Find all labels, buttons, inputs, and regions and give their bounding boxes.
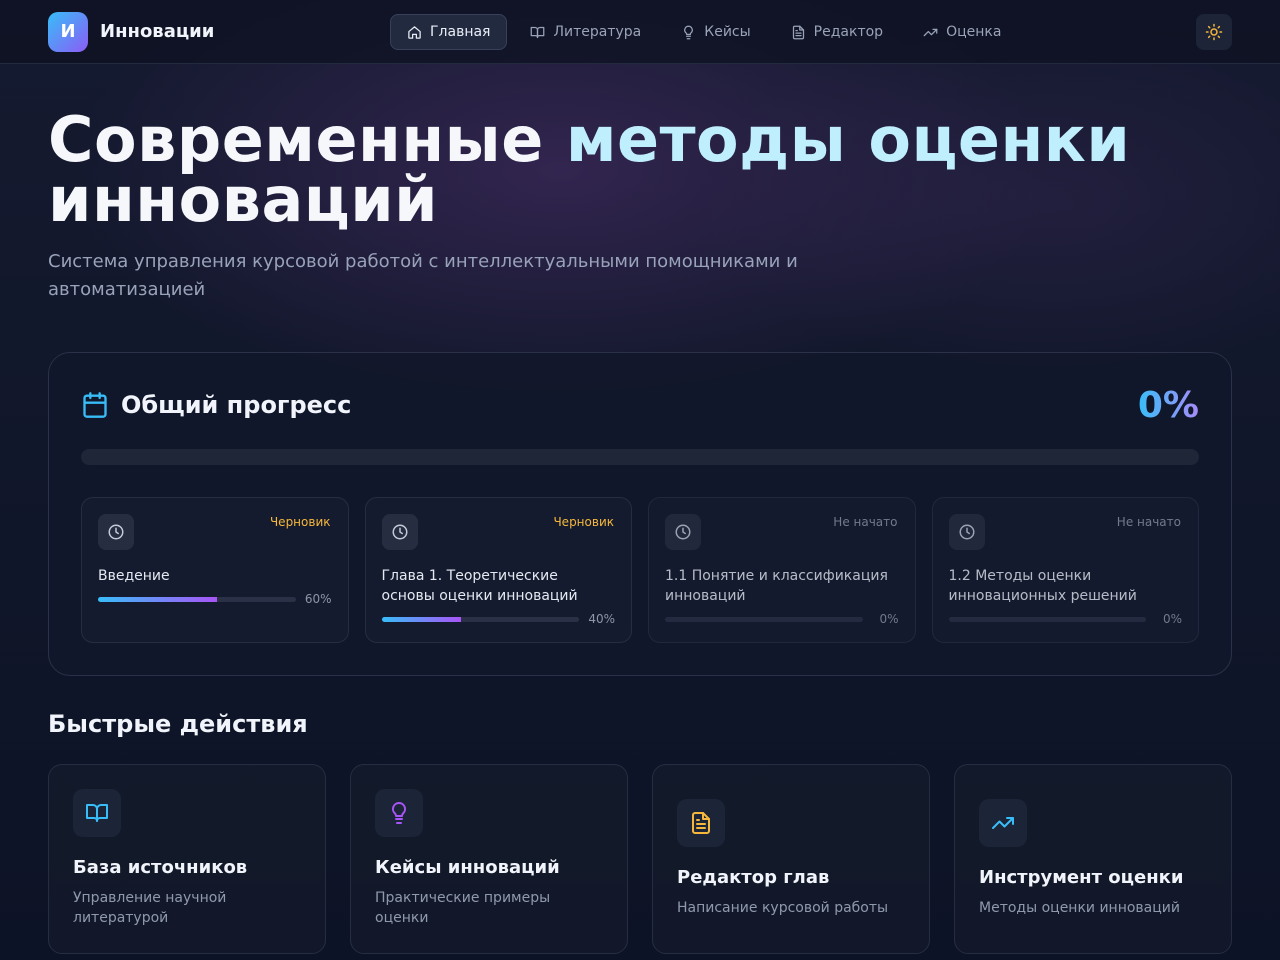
chapter-progress-fill bbox=[98, 596, 217, 602]
chapter-progress-bar bbox=[665, 616, 863, 622]
brand-name: Инновации bbox=[100, 21, 215, 42]
chapter-progress-value: 40% bbox=[588, 612, 615, 626]
top-navigation-bar: И Инновации Главная Литература Кейсы Ред… bbox=[0, 0, 1280, 64]
quick-action-name: Редактор глав bbox=[677, 867, 830, 888]
progress-percent: 0% bbox=[1137, 384, 1199, 426]
chapter-title: 1.2 Методы оценки инновационных решений bbox=[948, 568, 1137, 604]
quick-action-name: База источников bbox=[73, 857, 248, 878]
quick-actions-grid: База источников Управление научной литер… bbox=[48, 764, 1232, 954]
chapter-progress-fill bbox=[381, 616, 461, 622]
book-icon bbox=[73, 789, 121, 837]
calendar-icon bbox=[83, 392, 107, 418]
quick-action-evaluation[interactable]: Инструмент оценки Методы оценки инноваци… bbox=[954, 764, 1232, 954]
nav-item-editor[interactable]: Редактор bbox=[774, 14, 900, 50]
document-icon bbox=[677, 799, 725, 847]
sun-icon bbox=[1205, 23, 1223, 41]
nav-item-literature[interactable]: Литература bbox=[513, 14, 658, 50]
chapter-progress: 60% bbox=[98, 592, 332, 606]
chapter-progress-value: 0% bbox=[1162, 612, 1182, 626]
chapter-progress-value: 60% bbox=[304, 592, 332, 606]
nav-item-cases[interactable]: Кейсы bbox=[664, 14, 767, 50]
nav-item-label: Оценка bbox=[946, 24, 1002, 40]
quick-action-editor[interactable]: Редактор глав Написание курсовой работы bbox=[652, 764, 930, 954]
status-badge: Не начато bbox=[1116, 515, 1181, 529]
quick-action-desc: Управление научной литературой bbox=[73, 890, 227, 926]
nav-item-label: Редактор bbox=[813, 24, 884, 40]
quick-action-cases[interactable]: Кейсы инноваций Практические примеры оце… bbox=[350, 764, 628, 954]
chapter-progress-bar bbox=[381, 616, 579, 622]
document-icon bbox=[792, 25, 804, 39]
book-icon bbox=[531, 26, 545, 38]
nav-item-label: Кейсы bbox=[704, 24, 751, 40]
clock-icon bbox=[665, 514, 701, 550]
logo: И bbox=[48, 11, 88, 52]
trending-up-icon bbox=[923, 28, 938, 36]
chapter-progress-bar bbox=[948, 616, 1146, 622]
quick-action-desc: Методы оценки инноваций bbox=[979, 900, 1180, 916]
quick-action-desc: Написание курсовой работы bbox=[677, 900, 889, 916]
chapter-card[interactable]: Не начато 1.2 Методы оценки инновационны… bbox=[931, 497, 1199, 643]
theme-toggle-button[interactable] bbox=[1196, 14, 1232, 50]
hero-section: Современные методы оценки инноваций Сист… bbox=[0, 64, 1280, 304]
chapter-progress: 0% bbox=[665, 612, 899, 626]
page-subtitle: Система управления курсовой работой с ин… bbox=[48, 251, 798, 300]
page: И Инновации Главная Литература Кейсы Ред… bbox=[0, 0, 1280, 954]
clock-icon bbox=[98, 514, 134, 550]
status-badge: Черновик bbox=[553, 515, 614, 529]
chapter-title: 1.1 Понятие и классификация инноваций bbox=[665, 568, 888, 604]
nav-item-evaluation[interactable]: Оценка bbox=[906, 14, 1018, 50]
main-nav: Главная Литература Кейсы Редактор Оценка bbox=[390, 14, 1018, 50]
status-badge: Не начато bbox=[833, 515, 898, 529]
quick-actions-title: Быстрые действия bbox=[48, 710, 308, 738]
title-part-2: методы оценки bbox=[565, 103, 1131, 176]
brand[interactable]: И Инновации bbox=[48, 11, 215, 52]
quick-action-sources[interactable]: База источников Управление научной литер… bbox=[48, 764, 326, 954]
nav-item-label: Главная bbox=[430, 24, 491, 40]
chapter-progress: 40% bbox=[381, 612, 615, 626]
chapter-progress-value: 0% bbox=[879, 612, 899, 626]
lightbulb-icon bbox=[684, 25, 694, 39]
clock-icon bbox=[381, 514, 418, 550]
chapter-card[interactable]: Черновик Введение 60% bbox=[81, 497, 349, 643]
chapter-progress: 0% bbox=[948, 612, 1182, 626]
progress-header: Общий прогресс 0% bbox=[81, 384, 1199, 426]
clock-icon bbox=[948, 514, 985, 550]
status-badge: Черновик bbox=[269, 515, 331, 529]
chapter-title: Введение bbox=[98, 568, 170, 584]
chapter-card[interactable]: Не начато 1.1 Понятие и классификация ин… bbox=[648, 497, 916, 643]
page-title: Современные методы оценки инноваций bbox=[48, 109, 1168, 231]
progress-title: Общий прогресс bbox=[121, 391, 352, 419]
lightbulb-icon bbox=[375, 789, 423, 837]
home-icon bbox=[408, 25, 421, 39]
nav-item-label: Литература bbox=[553, 24, 642, 40]
quick-action-desc: Практические примеры оценки bbox=[375, 890, 551, 926]
chapter-title: Глава 1. Теоретические основы оценки инн… bbox=[381, 568, 578, 604]
overall-progress-bar bbox=[81, 449, 1199, 465]
nav-item-home[interactable]: Главная bbox=[390, 14, 508, 50]
chapter-card[interactable]: Черновик Глава 1. Теоретические основы о… bbox=[364, 497, 632, 643]
title-part-3: инноваций bbox=[48, 163, 439, 236]
quick-action-name: Кейсы инноваций bbox=[375, 857, 560, 878]
chapter-list: Черновик Введение 60% Черновик Глава 1. … bbox=[81, 497, 1199, 643]
chapter-progress-bar bbox=[98, 596, 296, 602]
trending-up-icon bbox=[979, 799, 1027, 847]
quick-action-name: Инструмент оценки bbox=[979, 867, 1184, 888]
overall-progress-panel: Общий прогресс 0% Черновик Введение 60% … bbox=[48, 352, 1232, 676]
